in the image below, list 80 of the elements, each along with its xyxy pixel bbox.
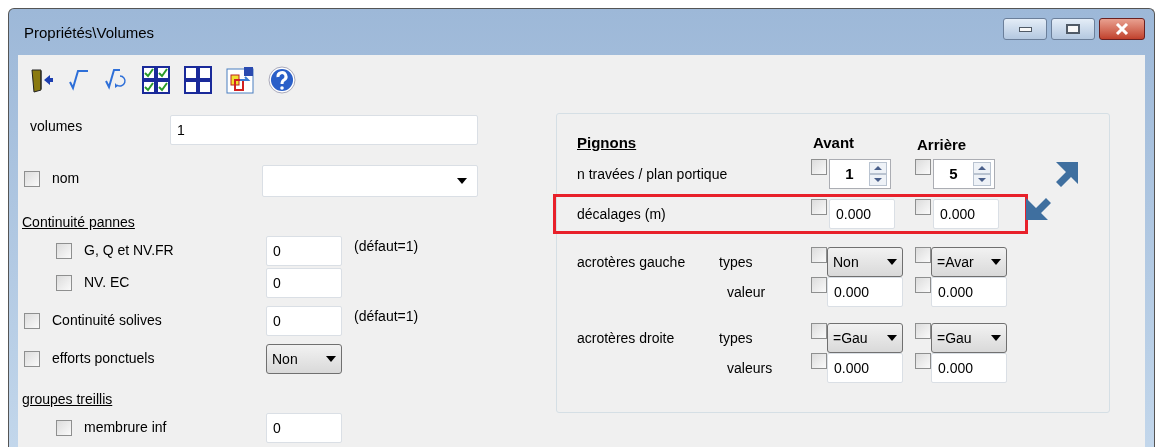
row-label: valeurs — [727, 358, 773, 378]
window-title: Propriétés\Volumes — [24, 22, 155, 43]
spin-box[interactable]: 1 — [829, 159, 891, 189]
exit-door-icon[interactable] — [28, 67, 54, 93]
checkbox-label: efforts ponctuels — [52, 349, 155, 368]
checkbox[interactable] — [811, 277, 827, 293]
input-field[interactable]: 0 — [266, 268, 342, 298]
check-formula-refresh-icon[interactable] — [104, 68, 128, 92]
row-label: types — [719, 252, 753, 272]
dropdown[interactable]: Non — [827, 247, 903, 277]
row-label: n travées / plan portique — [577, 164, 729, 184]
row-label: décalages (m) — [577, 204, 667, 224]
dropdown[interactable]: Non — [266, 344, 342, 374]
checkbox[interactable] — [24, 170, 40, 187]
row-label: acrotères droite — [577, 328, 676, 348]
checkbox[interactable] — [56, 274, 72, 291]
checkbox-label: NV. EC — [84, 273, 130, 292]
checkbox[interactable] — [915, 159, 931, 175]
check-all-icon[interactable] — [142, 66, 170, 94]
maximize-button[interactable] — [1051, 18, 1095, 40]
checkbox[interactable] — [915, 353, 931, 369]
row-label: acrotères gauche — [577, 252, 687, 272]
checkbox[interactable] — [915, 247, 931, 263]
checkbox-label: Continuité solives — [52, 311, 162, 330]
column-heading: Avant — [813, 132, 856, 153]
dropdown[interactable]: =Avar — [931, 247, 1007, 277]
uncheck-all-icon[interactable] — [184, 66, 212, 94]
checkbox-label: nom — [52, 169, 80, 188]
caret-icon — [991, 335, 1001, 341]
checkbox[interactable] — [56, 242, 72, 259]
default-hint: (défaut=1) — [354, 237, 419, 256]
checkbox[interactable] — [811, 199, 827, 215]
checkbox-label: membrure inf — [84, 418, 167, 437]
input-field[interactable]: 0.000 — [933, 199, 999, 229]
row-label: types — [719, 328, 753, 348]
checkbox[interactable] — [811, 247, 827, 263]
caret-icon — [326, 356, 336, 362]
checkbox[interactable] — [811, 323, 827, 339]
input-field[interactable]: 0 — [266, 413, 342, 443]
section-heading: groupes treillis — [21, 390, 114, 409]
spin-box[interactable]: 5 — [933, 159, 995, 189]
spin-arrows-icon — [973, 162, 991, 186]
dropdown[interactable]: =Gau — [827, 323, 903, 353]
copy-icon[interactable] — [226, 66, 254, 94]
default-hint: (défaut=1) — [354, 307, 419, 326]
check-formula-icon[interactable] — [68, 69, 90, 91]
input-field[interactable]: 0.000 — [829, 199, 895, 229]
checkbox[interactable] — [24, 350, 40, 367]
column-heading: Arrière — [917, 134, 967, 155]
checkbox[interactable] — [915, 323, 931, 339]
input-field[interactable]: 0 — [266, 306, 342, 336]
help-icon[interactable] — [268, 66, 296, 94]
minimize-button[interactable] — [1003, 18, 1047, 40]
caret-icon — [887, 259, 897, 265]
input-field[interactable]: 0.000 — [827, 277, 903, 307]
checkbox[interactable] — [811, 353, 827, 369]
maximize-icon — [1066, 24, 1080, 34]
spin-arrows-icon — [869, 162, 887, 186]
caret-icon — [457, 178, 467, 184]
close-button[interactable] — [1099, 18, 1145, 40]
section-heading: Continuité pannes — [21, 213, 136, 232]
input-field[interactable]: 0 — [266, 236, 342, 266]
checkbox[interactable] — [24, 312, 40, 329]
field-label: volumes — [30, 116, 84, 136]
input-field[interactable]: 1 — [170, 115, 478, 145]
input-field[interactable]: 0.000 — [931, 353, 1007, 383]
checkbox[interactable] — [56, 419, 72, 436]
checkbox[interactable] — [915, 277, 931, 293]
checkbox[interactable] — [915, 199, 931, 215]
input-field[interactable]: 0.000 — [931, 277, 1007, 307]
caret-icon — [991, 259, 1001, 265]
minimize-icon — [1018, 26, 1032, 32]
row-label: valeur — [727, 282, 766, 302]
section-heading: Pignons — [577, 132, 638, 153]
caret-icon — [887, 335, 897, 341]
dropdown[interactable]: =Gau — [931, 323, 1007, 353]
input-field[interactable]: 0.000 — [827, 353, 903, 383]
close-icon — [1114, 23, 1130, 35]
checkbox[interactable] — [811, 159, 827, 175]
checkbox-label: G, Q et NV.FR — [84, 241, 174, 260]
